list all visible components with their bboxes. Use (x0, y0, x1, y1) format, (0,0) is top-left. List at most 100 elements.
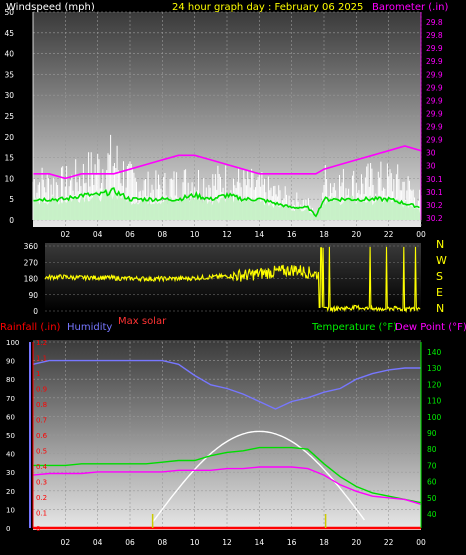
wind-y-tick: 35 (4, 70, 14, 79)
baro-y-tick: 30.2 (426, 214, 443, 223)
chart-title: 24 hour graph day : February 06 2025 (172, 2, 363, 13)
x-tick-label: 12 (222, 230, 232, 239)
temp-y-tick: 120 (427, 380, 442, 389)
rain-y-tick: 0.2 (36, 494, 47, 502)
baro-y-tick: 30 (426, 162, 436, 171)
x-tick-label: 10 (190, 230, 200, 239)
rain-y-tick: 0.9 (36, 386, 47, 394)
baro-y-tick: 30.1 (426, 175, 443, 184)
x-tick-label: 18 (319, 230, 329, 239)
direction-y-tick: 90 (28, 291, 38, 300)
x-tick-label: 14 (255, 230, 265, 239)
wind-y-tick: 10 (4, 174, 14, 183)
direction-y-tick: 270 (24, 258, 39, 267)
x-tick-label: 12 (222, 538, 232, 547)
wind-y-tick: 20 (4, 133, 14, 142)
wind-y-tick: 45 (4, 29, 14, 38)
baro-y-tick: 30 (426, 149, 436, 158)
barometer-label: Barometer (.in) (372, 2, 448, 13)
x-tick-label: 00 (416, 230, 426, 239)
x-tick-label: 16 (287, 230, 297, 239)
direction-y-tick: 180 (24, 275, 39, 284)
baro-y-tick: 29.8 (426, 18, 443, 27)
wind-y-tick: 5 (9, 195, 14, 204)
rain-y-tick: 1.2 (36, 339, 47, 347)
baro-y-tick: 29.9 (426, 136, 443, 145)
temp-y-tick: 40 (427, 510, 437, 519)
x-tick-label: 08 (158, 538, 168, 547)
temp-y-tick: 80 (427, 445, 437, 454)
x-tick-label: 16 (287, 538, 297, 547)
temp-y-tick: 90 (427, 429, 437, 438)
rain-y-tick: 1.1 (36, 355, 47, 363)
wind-y-tick: 15 (4, 154, 14, 163)
windspeed-label: Windspeed (mph) (6, 2, 95, 13)
humidity-y-tick: 20 (6, 488, 15, 496)
x-tick-label: 20 (352, 538, 362, 547)
rain-y-tick: 1 (36, 370, 40, 378)
x-tick-label: 06 (125, 538, 135, 547)
wind-y-tick: 40 (4, 50, 14, 59)
humidity-label: Humidity (67, 322, 112, 333)
weather-graph: 0510152025303540455002 04 06 08 10 12 14 16 18 20… (0, 2, 466, 547)
baro-y-tick: 29.9 (426, 109, 443, 118)
x-tick-label: 20 (352, 230, 362, 239)
rain-y-tick: 0.1 (36, 510, 47, 518)
dewpoint-label: Dew Point (°F) (395, 322, 466, 333)
x-tick-label: 22 (384, 538, 394, 547)
x-tick-label: 00 (416, 538, 426, 547)
rain-y-tick: 0.4 (36, 463, 48, 471)
rain-y-tick: 0.7 (36, 417, 47, 425)
temp-y-tick: 60 (427, 478, 437, 487)
rain-y-tick: 0.8 (36, 401, 47, 409)
humidity-y-tick: 90 (6, 358, 15, 366)
x-tick-label: 08 (158, 230, 168, 239)
temp-y-tick: 50 (427, 494, 437, 503)
temp-y-tick: 70 (427, 461, 437, 470)
direction-y-tick: 360 (24, 242, 39, 251)
rain-y-tick: 0.6 (36, 432, 48, 440)
x-tick-label: 06 (125, 230, 135, 239)
x-tick-label: 10 (190, 538, 200, 547)
x-tick-label: 18 (319, 538, 329, 547)
baro-y-tick: 29.9 (426, 57, 443, 66)
wind-y-tick: 25 (4, 112, 14, 121)
compass-label: S (436, 270, 443, 283)
max-solar-label: Max solar (118, 316, 167, 327)
temp-y-tick: 140 (427, 348, 442, 357)
rain-y-tick: 0 (36, 525, 40, 533)
humidity-y-tick: 0 (6, 525, 10, 533)
baro-y-tick: 29.8 (426, 31, 443, 40)
humidity-y-tick: 100 (6, 339, 19, 347)
wind-y-tick: 0 (9, 216, 14, 225)
humidity-y-tick: 30 (6, 469, 15, 477)
x-tick-label: 14 (255, 538, 265, 547)
rain-y-tick: 0.5 (36, 448, 47, 456)
baro-y-tick: 29.9 (426, 123, 443, 132)
baro-y-tick: 29.9 (426, 70, 443, 79)
temp-y-tick: 100 (427, 413, 442, 422)
humidity-y-tick: 70 (6, 395, 15, 403)
baro-y-tick: 29.9 (426, 96, 443, 105)
x-tick-label: 04 (93, 230, 103, 239)
wind-y-tick: 30 (4, 91, 14, 100)
humidity-y-tick: 10 (6, 506, 15, 514)
rainfall-label: Rainfall (.in) (0, 322, 61, 333)
x-tick-label: 04 (93, 538, 103, 547)
temp-y-tick: 110 (427, 397, 442, 406)
baro-y-tick: 30.2 (426, 201, 443, 210)
compass-label: E (436, 286, 443, 299)
direction-y-tick: 0 (33, 307, 38, 316)
rain-y-tick: 0.3 (36, 479, 47, 487)
temp-y-tick: 130 (427, 364, 442, 373)
compass-label: N (436, 238, 444, 251)
humidity-y-tick: 40 (6, 451, 15, 459)
compass-label: W (436, 254, 447, 267)
x-tick-label: 02 (61, 230, 71, 239)
temperature-label: Temperature (°F) (311, 322, 397, 333)
x-tick-label: 02 (61, 538, 71, 547)
baro-y-tick: 29.9 (426, 83, 443, 92)
baro-y-tick: 30.1 (426, 188, 443, 197)
baro-y-tick: 29.9 (426, 44, 443, 53)
compass-label: N (436, 302, 444, 315)
